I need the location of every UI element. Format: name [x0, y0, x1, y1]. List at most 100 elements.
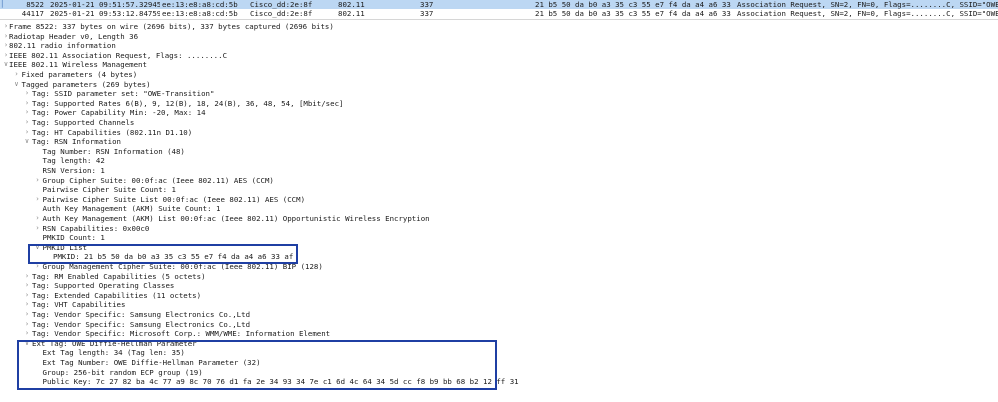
cell-time: 2025-01-21 09:51:57.329457 — [50, 0, 160, 9]
tree-item[interactable]: › Tag: SSID parameter set: "OWE-Transitio… — [0, 89, 998, 99]
collapse-chevron-right-icon[interactable]: › — [34, 176, 42, 186]
collapse-chevron-right-icon[interactable]: › — [23, 128, 31, 138]
collapse-chevron-right-icon[interactable]: › — [23, 99, 31, 109]
collapse-chevron-right-icon[interactable]: › — [23, 300, 31, 310]
cell-source: ee:13:e8:a8:cd:5b — [162, 0, 238, 9]
tree-item[interactable]: RSN Version: 1 — [0, 166, 998, 176]
collapse-chevron-right-icon[interactable]: › — [34, 195, 42, 205]
tree-item[interactable]: Pairwise Cipher Suite Count: 1 — [0, 185, 998, 195]
tree-item-label: Group Management Cipher Suite: 00:0f:ac … — [42, 262, 323, 271]
tree-item[interactable]: › Radiotap Header v0, Length 36 — [0, 32, 998, 42]
tree-item[interactable]: Group: 256-bit random ECP group (19) — [0, 368, 998, 378]
expand-chevron-down-icon[interactable]: ∨ — [34, 243, 42, 253]
collapse-chevron-right-icon[interactable]: › — [34, 214, 42, 224]
tree-item[interactable]: Ext Tag Number: OWE Diffie-Hellman Param… — [0, 358, 998, 368]
collapse-chevron-right-icon[interactable]: › — [23, 329, 31, 339]
tree-item-label: Tag: Power Capability Min: -20, Max: 14 — [32, 108, 206, 118]
packet-row[interactable]: ▏ 8522 2025-01-21 09:51:57.329457 ee:13:e8:… — [0, 0, 998, 9]
tree-item[interactable]: › Tag: Supported Channels — [0, 118, 998, 128]
tree-item-label: Ext Tag: OWE Diffie-Hellman Parameter — [32, 338, 197, 348]
cell-length: 337 — [420, 0, 434, 9]
tree-item-label: RSN Version: 1 — [42, 166, 105, 175]
tree-item[interactable]: › Auth Key Management (AKM) List 00:0f:ac… — [0, 214, 998, 224]
tree-item-label: Tag: SSID parameter set: "OWE-Transition… — [32, 89, 215, 99]
tree-item-label: Tag: VHT Capabilities — [32, 300, 126, 310]
tree-item-label: Pairwise Cipher Suite List 00:0f:ac (Iee… — [42, 194, 306, 204]
packet-row[interactable]: 44117 2025-01-21 09:53:12.847592 ee:13:e8:… — [0, 9, 998, 18]
expand-chevron-down-icon[interactable]: ∨ — [23, 339, 31, 349]
cell-info: Association Request, SN=2, FN=0, Flags=.… — [737, 0, 998, 9]
tree-item[interactable]: › Tag: Vendor Specific: Microsoft Corp.: … — [0, 329, 998, 339]
collapse-chevron-right-icon[interactable]: › — [23, 272, 31, 282]
tree-item[interactable]: PMKID Count: 1 — [0, 233, 998, 243]
tree-item-label: PMKID List — [42, 242, 88, 252]
cell-destination: Cisco_dd:2e:8f — [250, 9, 313, 18]
tree-item-label: Tag: Vendor Specific: Samsung Electronic… — [32, 310, 251, 319]
tree-item-label: Fixed parameters (4 bytes) — [21, 70, 138, 79]
tree-item-label: Frame 8522: 337 bytes on wire (2696 bits… — [9, 22, 334, 31]
cell-length: 337 — [420, 9, 434, 18]
tree-item[interactable]: › Tag: Power Capability Min: -20, Max: 14 — [0, 108, 998, 118]
tree-item-label: Tag: HT Capabilities (802.11n D1.10) — [32, 127, 193, 137]
tree-item[interactable]: › Frame 8522: 337 bytes on wire (2696 bit… — [0, 22, 998, 32]
tree-item[interactable]: Auth Key Management (AKM) Suite Count: 1 — [0, 204, 998, 214]
tree-item-label: Public Key: 7c 27 82 ba 4c 77 a9 8c 70 7… — [42, 377, 519, 387]
tree-item[interactable]: Tag length: 42 — [0, 156, 998, 166]
tree-item[interactable]: › Tag: Vendor Specific: Samsung Electroni… — [0, 310, 998, 320]
tree-item[interactable]: › Group Cipher Suite: 00:0f:ac (Ieee 802.… — [0, 176, 998, 186]
cell-pmkid-bytes: 21 b5 50 da b0 a3 35 c3 55 e7 f4 da a4 a… — [535, 9, 731, 18]
cell-destination: Cisco_dd:2e:8f — [250, 0, 313, 9]
cell-protocol: 802.11 — [338, 0, 365, 9]
tree-item-label: Tag: Vendor Specific: Microsoft Corp.: W… — [32, 329, 331, 339]
tree-item-label: IEEE 802.11 Wireless Management — [9, 60, 147, 70]
cell-protocol: 802.11 — [338, 9, 365, 18]
packet-list: ▏ 8522 2025-01-21 09:51:57.329457 ee:13:e8:… — [0, 0, 998, 18]
tree-item[interactable]: › RSN Capabilities: 0x00c0 — [0, 224, 998, 234]
tree-item[interactable]: › 802.11 radio information — [0, 41, 998, 51]
tree-item-label: Tag: Supported Rates 6(B), 9, 12(B), 18,… — [32, 98, 344, 108]
collapse-chevron-right-icon[interactable]: › — [13, 70, 21, 80]
collapse-chevron-right-icon[interactable]: › — [34, 224, 42, 234]
related-packet-marker-icon: ▏ — [2, 0, 7, 8]
tree-item[interactable]: › Tag: VHT Capabilities — [0, 300, 998, 310]
tree-item[interactable]: › Tag: RM Enabled Capabilities (5 octets) — [0, 272, 998, 282]
collapse-chevron-right-icon[interactable]: › — [23, 89, 31, 99]
collapse-chevron-right-icon[interactable]: › — [23, 310, 31, 320]
tree-item[interactable]: › Tag: Vendor Specific: Samsung Electroni… — [0, 320, 998, 330]
cell-pmkid-bytes: 21 b5 50 da b0 a3 35 c3 55 e7 f4 da a4 a… — [535, 0, 731, 9]
tree-item[interactable]: Ext Tag length: 34 (Tag len: 35) — [0, 348, 998, 358]
tree-item[interactable]: ∨ Ext Tag: OWE Diffie-Hellman Parameter — [0, 339, 998, 349]
tree-item-label: Tag: RSN Information — [32, 137, 121, 147]
tree-item[interactable]: › IEEE 802.11 Association Request, Flags:… — [0, 51, 998, 61]
tree-item-label: Tag: Supported Operating Classes — [32, 281, 175, 291]
tree-item[interactable]: › Group Management Cipher Suite: 00:0f:ac… — [0, 262, 998, 272]
collapse-chevron-right-icon[interactable]: › — [23, 291, 31, 301]
tree-item[interactable]: Public Key: 7c 27 82 ba 4c 77 a9 8c 70 7… — [0, 377, 998, 387]
pane-divider[interactable] — [0, 19, 998, 20]
tree-item[interactable]: ∨ PMKID List — [0, 243, 998, 253]
tree-item[interactable]: ∨ Tagged parameters (269 bytes) — [0, 80, 998, 90]
collapse-chevron-right-icon[interactable]: › — [23, 281, 31, 291]
tree-item[interactable]: › Tag: HT Capabilities (802.11n D1.10) — [0, 128, 998, 138]
tree-item[interactable]: › Tag: Supported Rates 6(B), 9, 12(B), 18… — [0, 99, 998, 109]
tree-item-label: Group: 256-bit random ECP group (19) — [42, 367, 203, 377]
cell-source: ee:13:e8:a8:cd:5b — [162, 9, 238, 18]
tree-item[interactable]: › Tag: Extended Capabilities (11 octets) — [0, 291, 998, 301]
collapse-chevron-right-icon[interactable]: › — [34, 262, 42, 272]
tree-item[interactable]: PMKID: 21 b5 50 da b0 a3 35 c3 55 e7 f4 … — [0, 252, 998, 262]
tree-item[interactable]: › Fixed parameters (4 bytes) — [0, 70, 998, 80]
collapse-chevron-right-icon[interactable]: › — [23, 118, 31, 128]
expand-chevron-down-icon[interactable]: ∨ — [23, 137, 31, 147]
tree-item[interactable]: Tag Number: RSN Information (48) — [0, 147, 998, 157]
tree-item-label: Tag length: 42 — [42, 156, 105, 166]
expand-chevron-down-icon[interactable]: ∨ — [13, 80, 21, 90]
collapse-chevron-right-icon[interactable]: › — [23, 320, 31, 330]
tree-item[interactable]: › Pairwise Cipher Suite List 00:0f:ac (Ie… — [0, 195, 998, 205]
tree-item[interactable]: ∨ IEEE 802.11 Wireless Management — [0, 60, 998, 70]
tree-item[interactable]: › Tag: Supported Operating Classes — [0, 281, 998, 291]
tree-item-label: Tag: Supported Channels — [32, 118, 135, 127]
tree-item-label: IEEE 802.11 Association Request, Flags: … — [9, 50, 228, 60]
tree-item-label: Tag: Vendor Specific: Samsung Electronic… — [32, 319, 251, 329]
tree-item[interactable]: ∨ Tag: RSN Information — [0, 137, 998, 147]
collapse-chevron-right-icon[interactable]: › — [23, 108, 31, 118]
